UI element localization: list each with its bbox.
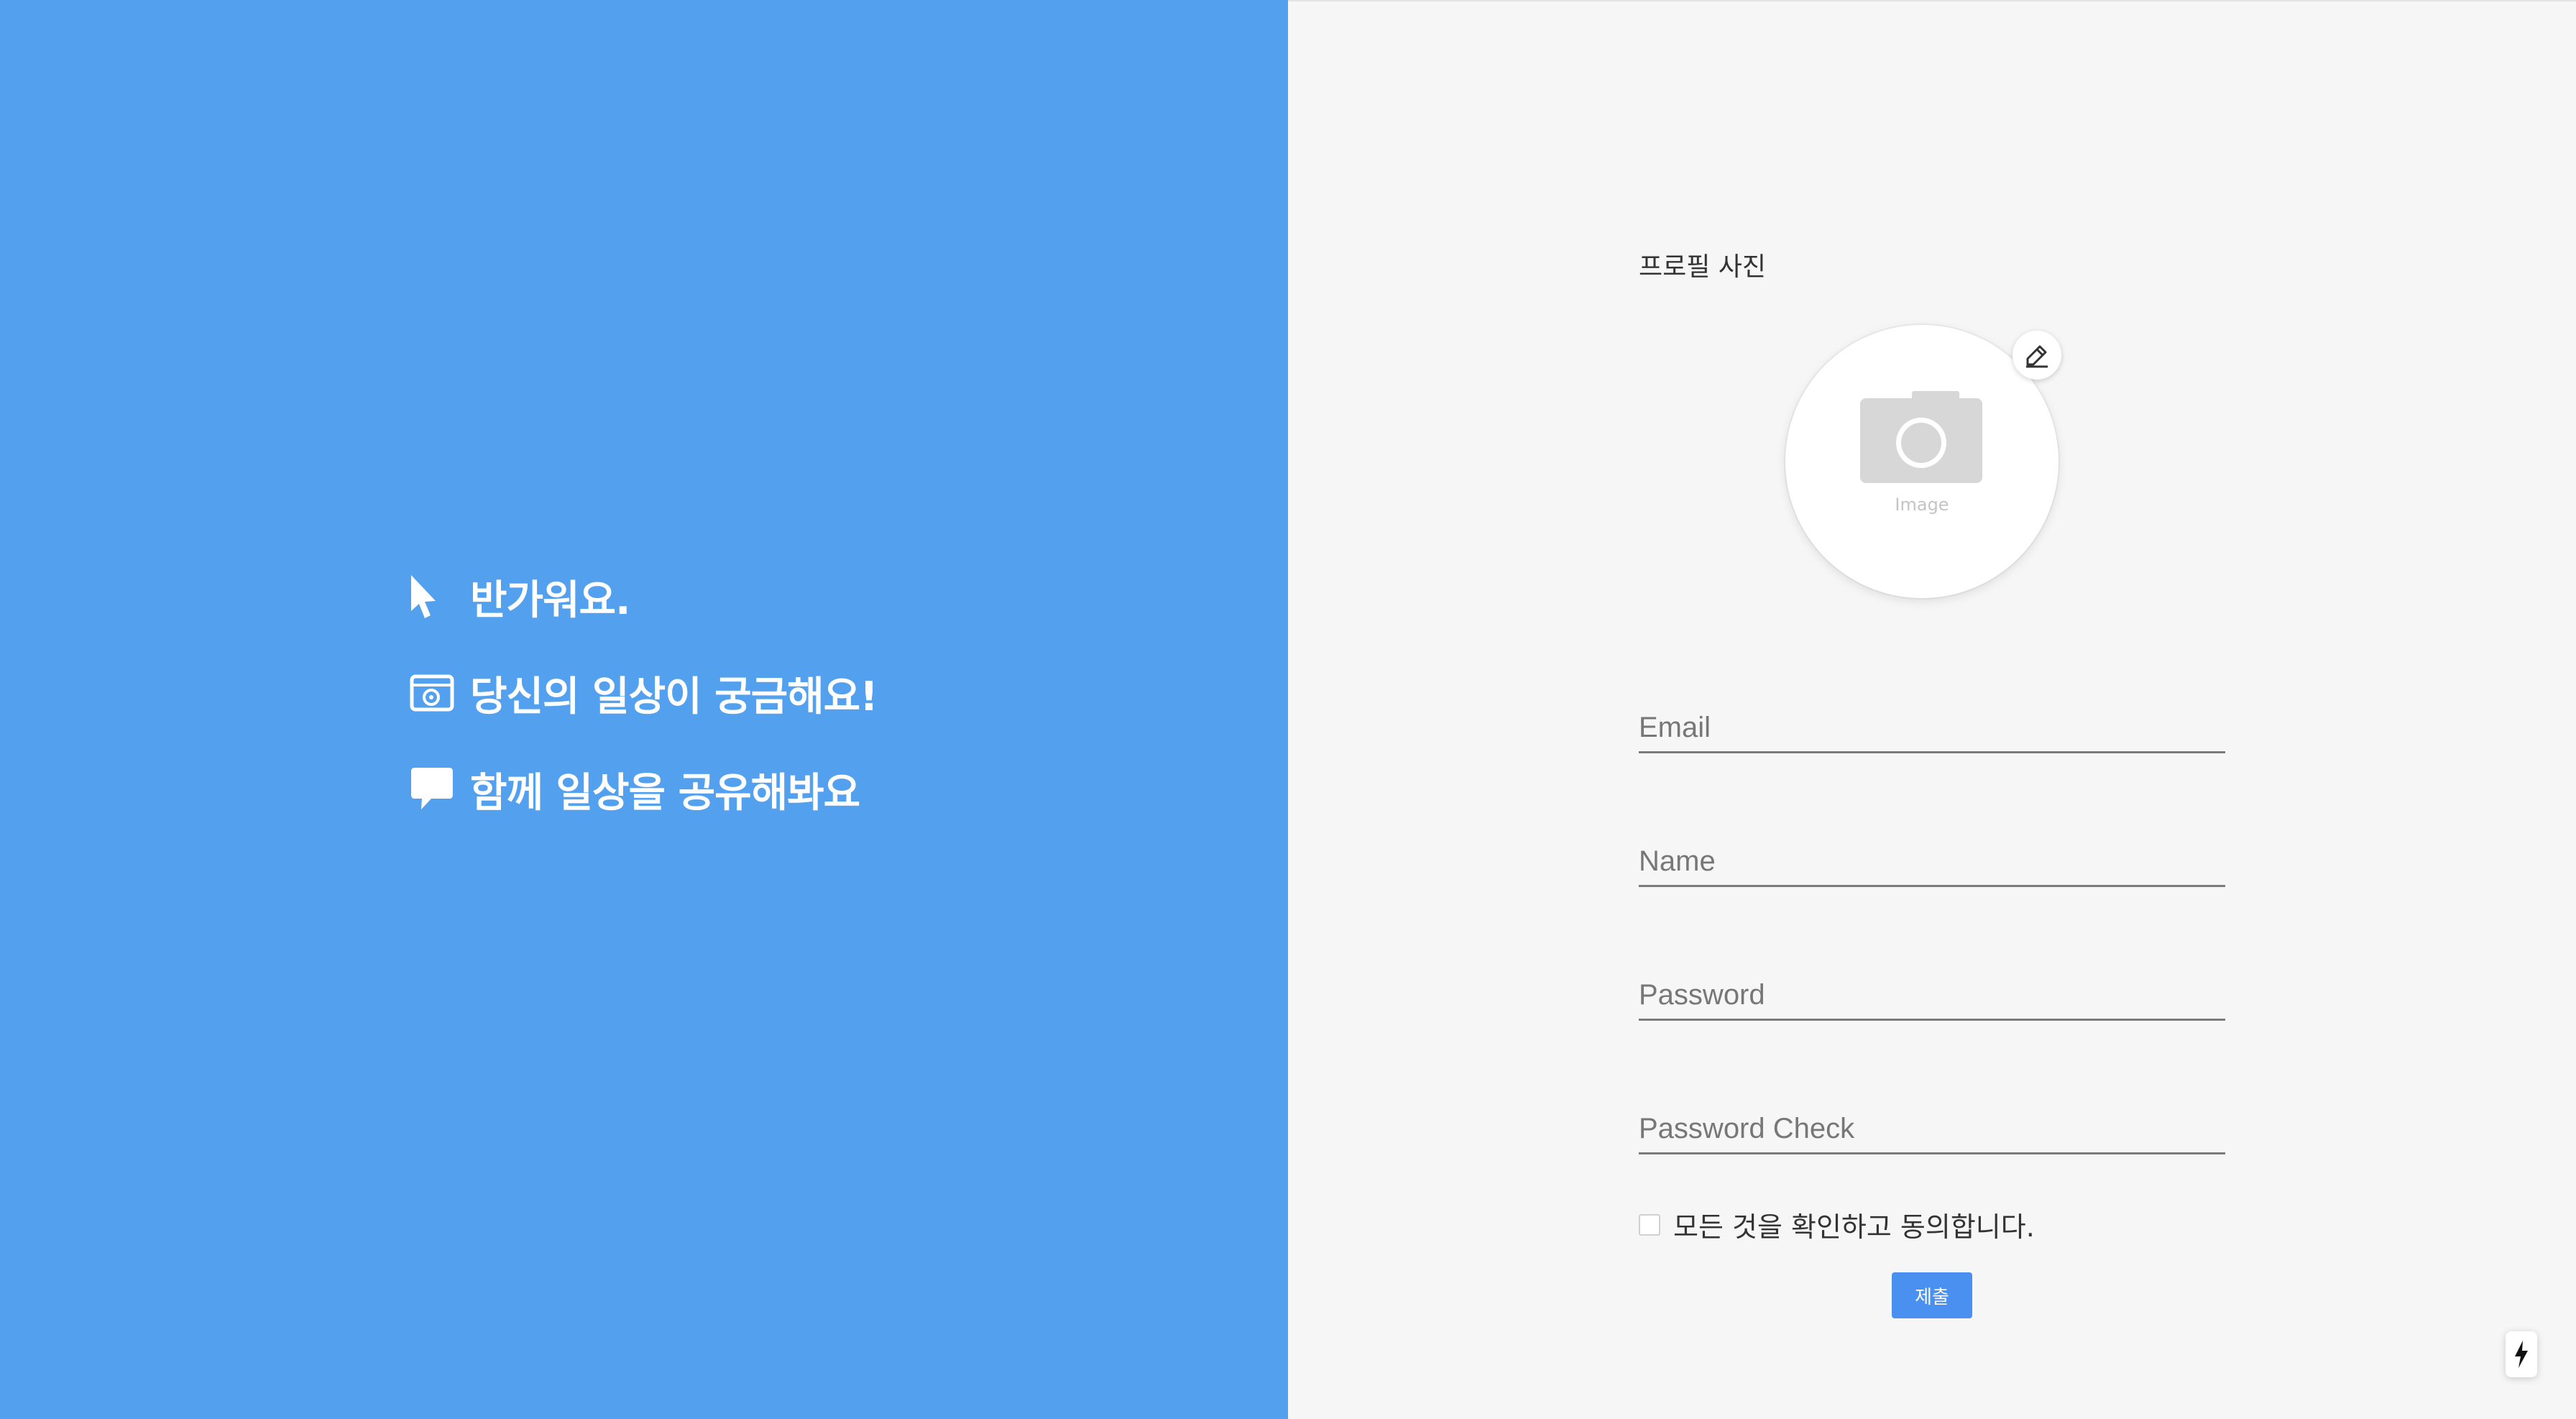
welcome-text-greeting: 반가워요. bbox=[470, 577, 630, 624]
agree-row[interactable]: 모든 것을 확인하고 동의합니다. bbox=[1639, 1205, 2035, 1244]
name-field-wrapper bbox=[1639, 830, 2225, 887]
agree-label: 모든 것을 확인하고 동의합니다. bbox=[1673, 1211, 2035, 1243]
welcome-text-share: 함께 일상을 공유해봐요 bbox=[470, 769, 860, 817]
lightning-icon bbox=[2515, 1341, 2528, 1368]
password-field[interactable] bbox=[1639, 963, 2225, 1018]
pencil-icon bbox=[2026, 345, 2048, 368]
password-field-wrapper bbox=[1639, 963, 2225, 1021]
photo-frame-icon bbox=[410, 668, 454, 718]
avatar-caption: Image bbox=[1895, 495, 1949, 515]
email-field[interactable] bbox=[1639, 696, 2225, 750]
profile-photo-label: 프로필 사진 bbox=[1639, 252, 1767, 282]
camera-icon bbox=[1860, 391, 1982, 483]
signup-form: 프로필 사진 Image 모든 것을 확인하고 동의합니다. 제출 bbox=[1639, 0, 2225, 1419]
edit-profile-image-button[interactable] bbox=[2012, 331, 2061, 380]
agree-checkbox[interactable] bbox=[1639, 1213, 1660, 1236]
welcome-list: 반가워요. 당신의 일상이 궁금해요! 함께 일상을 공유해봐요 bbox=[410, 568, 878, 857]
password-check-field[interactable] bbox=[1639, 1097, 2225, 1152]
welcome-item-share: 함께 일상을 공유해봐요 bbox=[410, 761, 878, 818]
password-check-field-wrapper bbox=[1639, 1097, 2225, 1154]
welcome-item-curious: 당신의 일상이 궁금해요! bbox=[410, 664, 878, 722]
welcome-panel: 반가워요. 당신의 일상이 궁금해요! 함께 일상을 공유해봐요 bbox=[0, 0, 1288, 1419]
email-field-wrapper bbox=[1639, 696, 2225, 753]
chat-bubble-icon bbox=[410, 764, 454, 814]
welcome-item-greeting: 반가워요. bbox=[410, 568, 878, 625]
cursor-pointer-icon bbox=[410, 571, 454, 622]
name-field[interactable] bbox=[1639, 830, 2225, 884]
floating-action-button[interactable] bbox=[2506, 1331, 2537, 1377]
submit-button[interactable]: 제출 bbox=[1892, 1272, 1972, 1318]
welcome-text-curious: 당신의 일상이 궁금해요! bbox=[470, 673, 878, 720]
